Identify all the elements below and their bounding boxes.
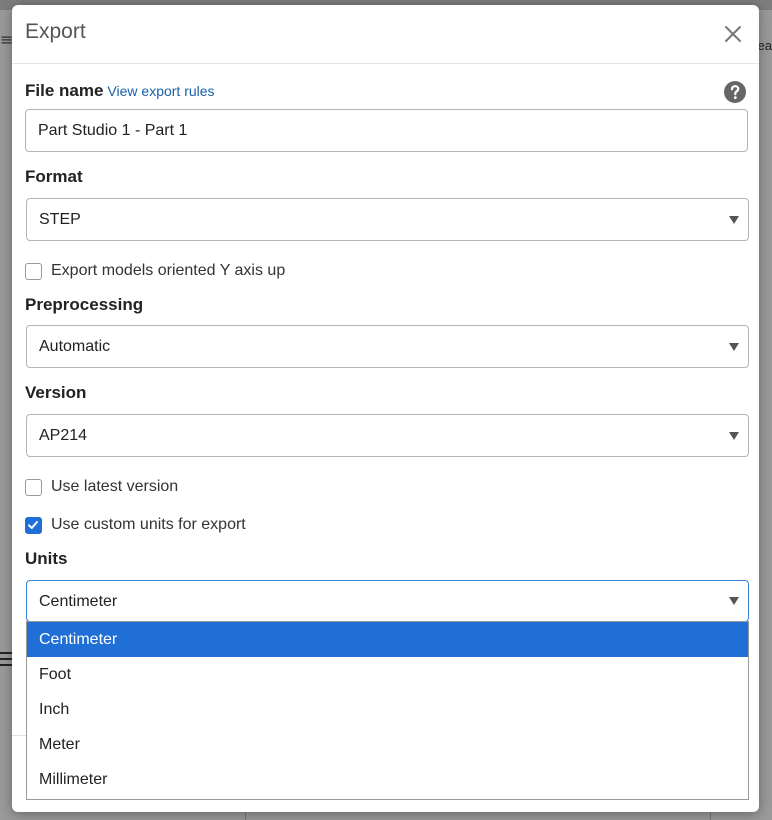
units-label: Units — [25, 549, 68, 568]
version-select-value: AP214 — [39, 427, 88, 444]
chevron-down-icon — [729, 432, 739, 440]
units-select-value: Centimeter — [39, 593, 118, 610]
view-export-rules-link[interactable]: View export rules — [107, 83, 214, 99]
units-option-centimeter[interactable]: Centimeter — [27, 622, 748, 657]
checkmark-icon — [28, 520, 38, 529]
units-dropdown-list: Centimeter Foot Inch Meter Millimeter — [26, 621, 749, 800]
export-y-axis-up-row[interactable]: Export models oriented Y axis up — [25, 261, 285, 281]
file-name-input[interactable]: Part Studio 1 - Part 1 — [25, 109, 748, 152]
close-button[interactable] — [721, 22, 745, 46]
version-label: Version — [25, 383, 87, 402]
file-name-label-text: File name — [25, 81, 104, 100]
background-right-text: ea — [757, 38, 772, 53]
use-latest-version-label: Use latest version — [51, 478, 179, 495]
export-y-axis-up-label: Export models oriented Y axis up — [51, 262, 286, 279]
file-name-label: File name View export rules — [25, 81, 215, 101]
chevron-down-icon — [729, 343, 739, 351]
units-option-foot[interactable]: Foot — [27, 657, 748, 692]
use-latest-version-row[interactable]: Use latest version — [25, 477, 178, 497]
background-line — [245, 812, 246, 820]
background-menu-icon — [0, 648, 12, 674]
units-select[interactable]: Centimeter — [26, 580, 749, 622]
version-select[interactable]: AP214 — [26, 414, 749, 457]
chevron-down-icon — [729, 216, 739, 224]
format-label: Format — [25, 167, 83, 186]
dialog-header: Export — [12, 5, 759, 64]
units-option-meter[interactable]: Meter — [27, 727, 748, 762]
use-custom-units-row[interactable]: Use custom units for export — [25, 515, 246, 535]
export-dialog: Export File name View export rules Part S… — [12, 5, 759, 812]
chevron-down-icon — [729, 597, 739, 605]
units-option-millimeter[interactable]: Millimeter — [27, 762, 748, 797]
preprocessing-label: Preprocessing — [25, 295, 144, 314]
close-icon — [725, 26, 741, 42]
export-y-axis-up-checkbox[interactable] — [25, 262, 42, 280]
format-select[interactable]: STEP — [26, 198, 749, 241]
preprocessing-select-value: Automatic — [39, 338, 111, 355]
use-latest-version-checkbox[interactable] — [25, 478, 42, 496]
preprocessing-select[interactable]: Automatic — [26, 325, 749, 368]
use-custom-units-label: Use custom units for export — [51, 516, 246, 533]
help-circle-icon — [724, 81, 746, 103]
units-option-inch[interactable]: Inch — [27, 692, 748, 727]
footer-divider — [12, 735, 26, 736]
dialog-title: Export — [25, 20, 86, 43]
background-line — [710, 812, 711, 820]
format-select-value: STEP — [39, 211, 81, 228]
help-button[interactable] — [723, 80, 747, 104]
use-custom-units-checkbox[interactable] — [25, 516, 42, 534]
